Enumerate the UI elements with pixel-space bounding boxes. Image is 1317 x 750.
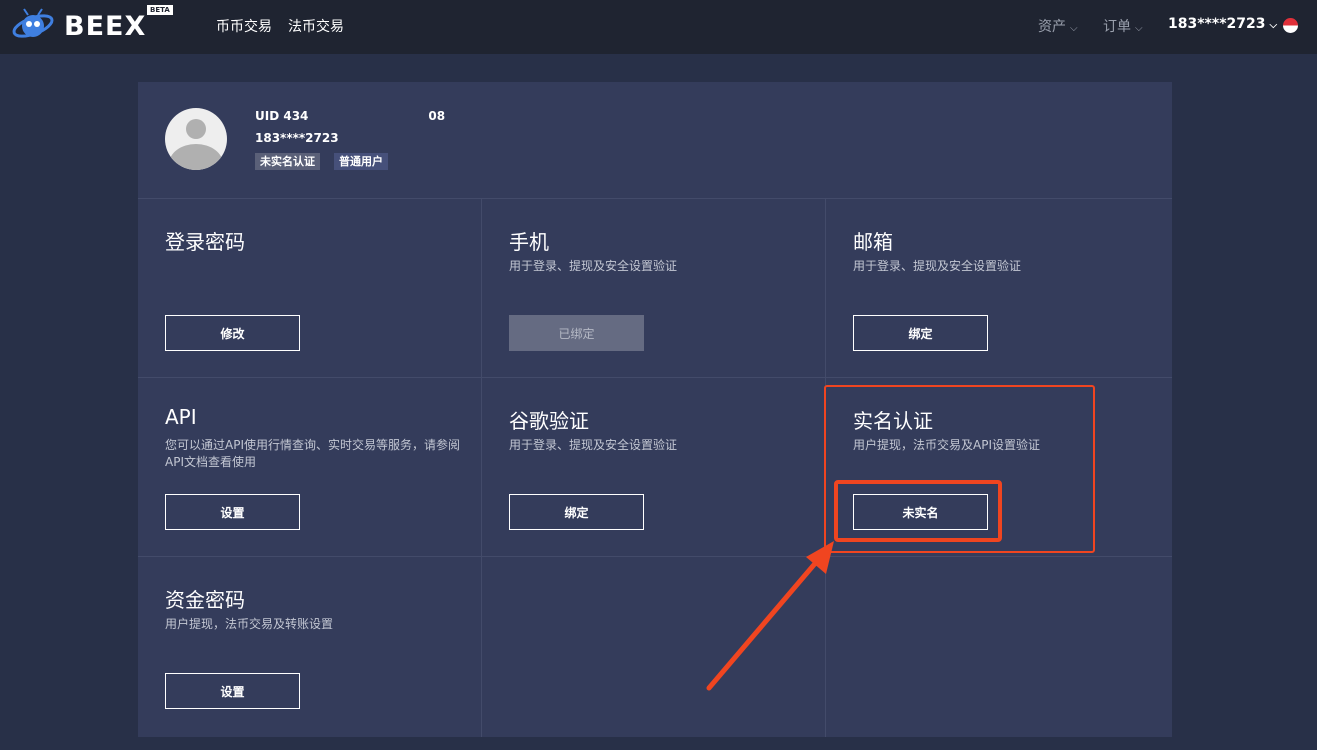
modify-password-button[interactable]: 修改 [165, 315, 300, 351]
bee-logo-icon [12, 8, 54, 38]
card-title: 谷歌验证 [509, 409, 589, 433]
bind-email-button[interactable]: 绑定 [853, 315, 988, 351]
card-title: 登录密码 [165, 230, 245, 254]
card-description: 用户提现，法币交易及转账设置 [165, 617, 334, 631]
orders-label: 订单 [1103, 19, 1131, 35]
chevron-down-icon: ⌵ [1135, 23, 1143, 34]
api-settings-button[interactable]: 设置 [165, 494, 300, 530]
assets-label: 资产 [1038, 19, 1066, 35]
card-title: 邮箱 [853, 230, 893, 254]
logo-text: BEEX [64, 10, 147, 42]
logo[interactable]: BEEX [10, 6, 146, 46]
verification-status-badge: 未实名认证 [255, 153, 320, 170]
user-level-badge: 普通用户 [334, 153, 388, 170]
chevron-down-icon: ⌵ [1070, 23, 1078, 34]
beta-badge: BETA [147, 5, 173, 15]
card-title: 手机 [509, 230, 549, 254]
uid-suffix: 08 [428, 109, 446, 123]
email-card: 邮箱 用于登录、提现及安全设置验证 绑定 [826, 199, 1172, 378]
avatar-head [186, 119, 206, 139]
user-menu[interactable]: 183****2723 ⌵ [1168, 16, 1277, 32]
chevron-down-icon: ⌵ [1269, 20, 1278, 31]
card-description: 用于登录、提现及安全设置验证 [509, 259, 678, 273]
fund-password-card: 资金密码 用户提现，法币交易及转账设置 设置 [138, 557, 482, 737]
profile-phone: 183****2723 [255, 131, 339, 145]
empty-card [482, 557, 826, 737]
top-navbar: BEEX BETA 币币交易 法币交易 资产 ⌵ 订单 ⌵ 183****2723 ⌵ [0, 0, 1317, 54]
nav-spot-trading[interactable]: 币币交易 [216, 16, 272, 36]
api-card: API 您可以通过API使用行情查询、实时交易等服务，请参阅API文档查看使用 … [138, 378, 482, 557]
uid-text: UID 434 08 [255, 109, 445, 124]
avatar-body [169, 144, 223, 170]
card-description: 您可以通过API使用行情查询、实时交易等服务，请参阅API文档查看使用 [165, 438, 460, 469]
uid-prefix: UID 434 [255, 109, 309, 123]
flag-icon[interactable] [1283, 18, 1298, 33]
card-description: 用于登录、提现及安全设置验证 [853, 259, 1022, 273]
user-label: 183****2723 [1168, 16, 1266, 32]
google-auth-card: 谷歌验证 用于登录、提现及安全设置验证 绑定 [482, 378, 826, 557]
nav-otc-trading[interactable]: 法币交易 [288, 16, 344, 36]
fund-password-settings-button[interactable]: 设置 [165, 673, 300, 709]
bind-google-auth-button[interactable]: 绑定 [509, 494, 644, 530]
highlight-button-box [834, 480, 1002, 542]
card-title: API [165, 405, 197, 429]
phone-card: 手机 用于登录、提现及安全设置验证 已绑定 [482, 199, 826, 378]
login-password-card: 登录密码 修改 [138, 199, 482, 378]
orders-menu[interactable]: 订单 ⌵ [1103, 16, 1143, 36]
card-title: 资金密码 [165, 588, 245, 612]
assets-menu[interactable]: 资产 ⌵ [1038, 16, 1078, 36]
uid-redaction [308, 109, 429, 124]
phone-bound-button: 已绑定 [509, 315, 644, 351]
profile-header: UID 434 08 183****2723 未实名认证 普通用户 [138, 82, 1172, 199]
avatar [165, 108, 227, 170]
card-description: 用于登录、提现及安全设置验证 [509, 438, 678, 452]
